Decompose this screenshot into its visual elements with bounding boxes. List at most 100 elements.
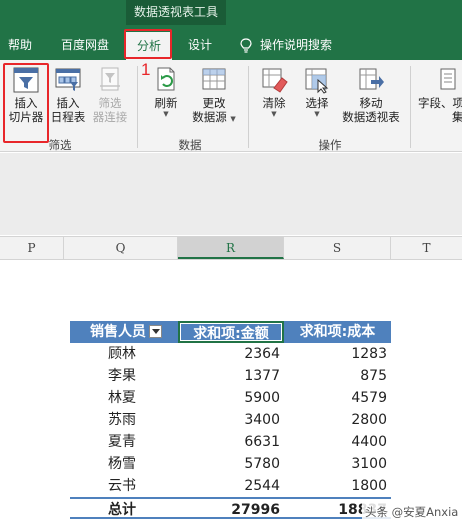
pivot-row-cost[interactable]: 1800 xyxy=(284,475,391,497)
pivot-header-salesperson-label: 销售人员 xyxy=(90,324,146,340)
pivot-row: 顾林 2364 1283 xyxy=(70,343,391,365)
pivot-row-cost[interactable]: 2800 xyxy=(284,409,391,431)
pivot-row-name[interactable]: 夏青 xyxy=(70,431,178,453)
pivot-row-amount[interactable]: 6631 xyxy=(178,431,284,453)
pivot-row-cost[interactable]: 3100 xyxy=(284,453,391,475)
clear-button[interactable]: 清除 ▼ xyxy=(256,66,292,118)
pivot-row: 杨雪 5780 3100 xyxy=(70,453,391,475)
ribbon-header: 数据透视表工具 帮助 百度网盘 分析 设计 操作说明搜索 xyxy=(0,0,462,66)
tab-design[interactable]: 设计 xyxy=(180,30,220,60)
field-list-icon xyxy=(440,68,456,90)
column-header-p[interactable]: P xyxy=(0,237,64,259)
tab-analyze[interactable]: 分析 xyxy=(126,32,172,60)
clear-label: 清除 xyxy=(262,96,286,110)
filter-connections-line2: 器连接 xyxy=(92,110,128,124)
pivot-header-salesperson[interactable]: 销售人员 xyxy=(70,321,178,343)
pivot-row-amount[interactable]: 2364 xyxy=(178,343,284,365)
pivot-row-amount[interactable]: 5900 xyxy=(178,387,284,409)
pivot-header-cost[interactable]: 求和项:成本 xyxy=(284,321,391,343)
slicer-icon xyxy=(13,67,39,93)
chevron-down-icon: ▼ xyxy=(230,115,236,123)
pivot-row: 云书 2544 1800 xyxy=(70,475,391,497)
pivot-row: 苏雨 3400 2800 xyxy=(70,409,391,431)
pivot-total-row: 总计 27996 18837 xyxy=(70,497,391,519)
insert-timeline-button[interactable]: 插入 日程表 xyxy=(48,66,88,124)
change-source-icon xyxy=(202,68,226,90)
insert-slicer-button[interactable]: 插入 切片器 xyxy=(6,66,46,124)
tab-help[interactable]: 帮助 xyxy=(0,30,40,60)
pivot-row-amount[interactable]: 2544 xyxy=(178,475,284,497)
chevron-down-icon: ▼ xyxy=(163,110,169,118)
pivot-row-name[interactable]: 顾林 xyxy=(70,343,178,365)
chevron-down-icon: ▼ xyxy=(271,110,277,118)
insert-slicer-line2: 切片器 xyxy=(8,110,44,124)
chevron-down-icon: ▼ xyxy=(314,110,320,118)
dropdown-icon[interactable] xyxy=(149,324,162,338)
pivot-row-name[interactable]: 苏雨 xyxy=(70,409,178,431)
pivot-row: 李果 1377 875 xyxy=(70,365,391,387)
pivot-total-amount[interactable]: 27996 xyxy=(178,499,284,521)
insert-slicer-line1: 插入 xyxy=(14,96,38,110)
pivot-row-amount[interactable]: 1377 xyxy=(178,365,284,387)
pivot-row-amount[interactable]: 5780 xyxy=(178,453,284,475)
watermark: 头条 @安夏Anxia xyxy=(362,503,462,521)
pivot-row-amount[interactable]: 3400 xyxy=(178,409,284,431)
insert-timeline-line1: 插入 xyxy=(56,96,80,110)
filter-connections-line1: 筛选 xyxy=(98,96,122,110)
group-label-data: 数据 xyxy=(178,138,202,152)
select-button[interactable]: 选择 ▼ xyxy=(298,66,336,118)
pivot-row-cost[interactable]: 875 xyxy=(284,365,391,387)
insert-timeline-line2: 日程表 xyxy=(50,110,86,124)
move-pivot-line1: 移动 xyxy=(359,96,383,110)
pivot-row-cost[interactable]: 1283 xyxy=(284,343,391,365)
column-header-s[interactable]: S xyxy=(284,237,391,259)
context-tab-label: 数据透视表工具 xyxy=(126,0,226,25)
pivot-table: 销售人员 求和项:金额 求和项:成本 顾林 2364 1283 李果 1377 … xyxy=(70,321,391,519)
step-number-one: 1 xyxy=(141,60,151,79)
pivot-total-label[interactable]: 总计 xyxy=(70,499,178,521)
pivot-row-name[interactable]: 林夏 xyxy=(70,387,178,409)
change-source-line2: 数据源 xyxy=(192,110,227,124)
tell-me-search[interactable]: 操作说明搜索 xyxy=(240,30,360,60)
group-separator xyxy=(137,66,138,148)
group-label-actions: 操作 xyxy=(318,138,342,152)
ribbon-collapse-area xyxy=(0,153,462,235)
group-separator xyxy=(410,66,411,148)
tab-baidu-netdisk[interactable]: 百度网盘 xyxy=(50,30,120,60)
timeline-icon xyxy=(55,68,81,91)
pivot-row: 林夏 5900 4579 xyxy=(70,387,391,409)
filter-connections-button[interactable]: 筛选 器连接 xyxy=(90,66,130,124)
pivot-row-cost[interactable]: 4400 xyxy=(284,431,391,453)
select-label: 选择 xyxy=(305,96,329,110)
field-list-button[interactable]: 字段、项 集 xyxy=(418,66,462,124)
filter-connections-icon xyxy=(100,67,120,91)
pivot-row-name[interactable]: 云书 xyxy=(70,475,178,497)
pivot-header-row: 销售人员 求和项:金额 求和项:成本 xyxy=(70,321,391,343)
column-header-r[interactable]: R xyxy=(178,237,284,259)
search-label: 操作说明搜索 xyxy=(260,38,333,52)
change-data-source-button[interactable]: 更改 数据源 ▼ xyxy=(188,66,240,126)
column-header-t[interactable]: T xyxy=(391,237,462,259)
group-label-filter: 筛选 xyxy=(48,138,72,152)
move-pivot-line2: 数据透视表 xyxy=(342,110,400,124)
column-header-bar: P Q R S T xyxy=(0,236,462,260)
pivot-row-name[interactable]: 李果 xyxy=(70,365,178,387)
refresh-button[interactable]: 刷新 ▼ xyxy=(146,66,186,118)
change-source-line1: 更改 xyxy=(202,96,226,110)
select-icon xyxy=(305,68,329,94)
refresh-icon xyxy=(157,67,175,91)
refresh-label: 刷新 xyxy=(154,96,178,110)
group-separator xyxy=(248,66,249,148)
pivot-row-cost[interactable]: 4579 xyxy=(284,387,391,409)
ribbon-body: 插入 切片器 插入 日程表 筛选 器连接 筛选 刷新 ▼ 更改 数据源 ▼ 数据… xyxy=(0,60,462,152)
field-list-line2: 集 xyxy=(452,110,462,124)
lightbulb-icon xyxy=(240,37,252,53)
pivot-header-amount[interactable]: 求和项:金额 xyxy=(178,321,284,343)
column-header-q[interactable]: Q xyxy=(64,237,178,259)
field-list-line1: 字段、项 xyxy=(418,96,462,110)
clear-icon xyxy=(262,68,288,93)
move-pivot-icon xyxy=(359,68,384,90)
pivot-row-name[interactable]: 杨雪 xyxy=(70,453,178,475)
pivot-row: 夏青 6631 4400 xyxy=(70,431,391,453)
move-pivot-table-button[interactable]: 移动 数据透视表 xyxy=(338,66,404,124)
